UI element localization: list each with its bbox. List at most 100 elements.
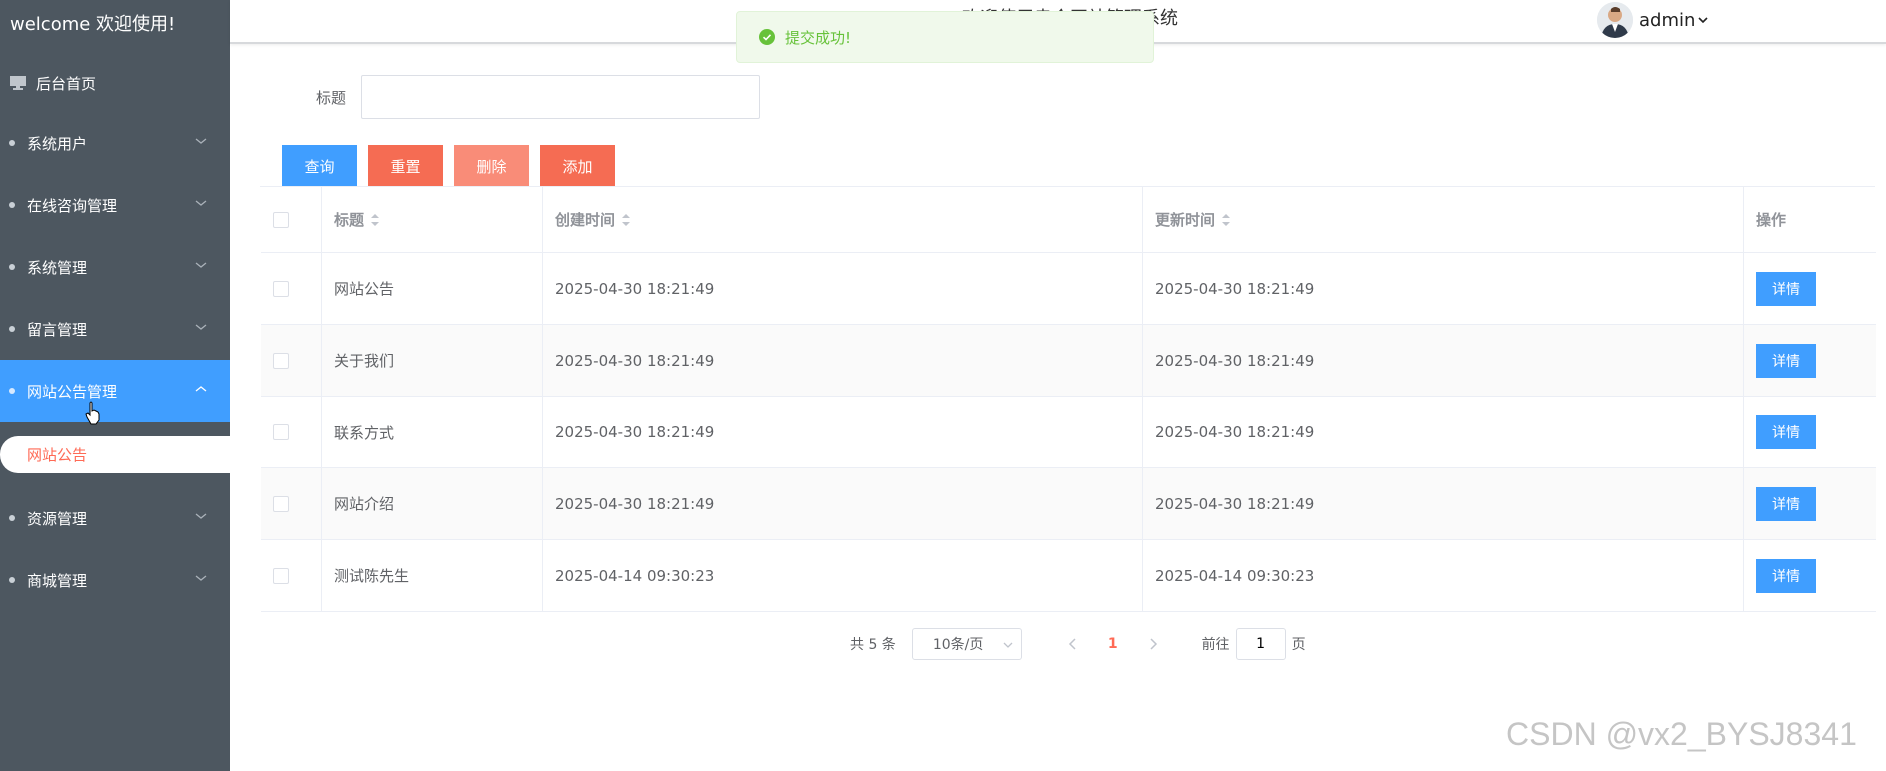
bullet-icon — [9, 264, 15, 270]
cell-actions: 详情 — [1744, 253, 1876, 324]
watermark: CSDN @vx2_BYSJ8341 — [1506, 716, 1857, 752]
row-checkbox-cell — [261, 468, 322, 539]
cell-created: 2025-04-14 09:30:23 — [543, 540, 1143, 611]
sidebar-item-label: 在线咨询管理 — [27, 196, 118, 215]
row-checkbox-cell — [261, 540, 322, 611]
reset-button[interactable]: 重置 — [368, 145, 443, 187]
cell-actions: 详情 — [1744, 468, 1876, 539]
cell-title: 网站介绍 — [322, 468, 543, 539]
sort-icon[interactable] — [370, 213, 380, 227]
user-menu[interactable]: admin — [1597, 2, 1708, 38]
table-row: 测试陈先生 2025-04-14 09:30:23 2025-04-14 09:… — [261, 540, 1876, 612]
notice-table: 标题 创建时间 更新时间 操作 网站公告 2025-04-30 18:21:49… — [260, 186, 1876, 612]
sort-icon[interactable] — [621, 213, 631, 227]
cell-title: 测试陈先生 — [322, 540, 543, 611]
column-header-created[interactable]: 创建时间 — [543, 187, 1143, 252]
row-checkbox-cell — [261, 397, 322, 467]
cell-title: 联系方式 — [322, 397, 543, 467]
table-row: 联系方式 2025-04-30 18:21:49 2025-04-30 18:2… — [261, 397, 1876, 468]
page-size-select[interactable]: 10条/页 — [911, 628, 1022, 660]
cell-created: 2025-04-30 18:21:49 — [543, 253, 1143, 324]
column-label: 创建时间 — [555, 211, 616, 229]
chevron-down-icon — [195, 262, 207, 268]
row-checkbox[interactable] — [273, 352, 289, 369]
next-page-icon[interactable] — [1146, 637, 1160, 651]
bullet-icon — [9, 202, 15, 208]
cell-actions: 详情 — [1744, 540, 1876, 611]
row-checkbox[interactable] — [273, 567, 289, 584]
bullet-icon — [9, 326, 15, 332]
sidebar-item-label: 后台首页 — [36, 74, 97, 93]
row-checkbox[interactable] — [273, 280, 289, 297]
current-page[interactable]: 1 — [1108, 636, 1118, 652]
sidebar-item-system-users[interactable]: 系统用户 — [0, 112, 230, 174]
caret-down-icon — [1698, 17, 1708, 24]
column-label: 更新时间 — [1155, 211, 1216, 229]
cell-actions: 详情 — [1744, 397, 1876, 467]
sidebar-item-label: 留言管理 — [27, 320, 88, 339]
chevron-down-icon — [195, 324, 207, 330]
column-label: 标题 — [334, 211, 365, 229]
delete-button[interactable]: 删除 — [454, 145, 529, 187]
pagination: 共 5 条 10条/页 1 前往 页 — [850, 628, 1306, 660]
success-toast: 提交成功! — [736, 11, 1154, 63]
cell-actions: 详情 — [1744, 325, 1876, 396]
cell-updated: 2025-04-30 18:21:49 — [1143, 397, 1744, 467]
page-size-value: 10条/页 — [932, 637, 984, 653]
detail-button[interactable]: 详情 — [1756, 558, 1816, 593]
column-header-title[interactable]: 标题 — [322, 187, 543, 252]
cell-created: 2025-04-30 18:21:49 — [543, 468, 1143, 539]
title-search-input[interactable] — [361, 75, 760, 119]
bullet-icon — [9, 140, 15, 146]
row-checkbox[interactable] — [273, 424, 289, 440]
cell-created: 2025-04-30 18:21:49 — [543, 325, 1143, 396]
query-button[interactable]: 查询 — [282, 145, 357, 187]
sidebar-item-notice-manage[interactable]: 网站公告管理 — [0, 360, 230, 422]
table-row: 网站介绍 2025-04-30 18:21:49 2025-04-30 18:2… — [261, 468, 1876, 540]
page-jump-input[interactable] — [1235, 628, 1286, 660]
sidebar-item-consult[interactable]: 在线咨询管理 — [0, 174, 230, 236]
sidebar-item-messages[interactable]: 留言管理 — [0, 298, 230, 360]
toast-message: 提交成功! — [785, 28, 852, 47]
cell-title: 网站公告 — [322, 253, 543, 324]
header-checkbox-cell — [261, 187, 322, 252]
check-circle-icon — [759, 29, 775, 45]
sidebar-item-mall[interactable]: 商城管理 — [0, 549, 230, 611]
sidebar-subitem-notice[interactable]: 网站公告 — [0, 436, 230, 473]
cell-title: 关于我们 — [322, 325, 543, 396]
sidebar-item-resources[interactable]: 资源管理 — [0, 487, 230, 549]
sort-icon[interactable] — [1221, 213, 1231, 227]
column-header-actions: 操作 — [1756, 211, 1787, 229]
chevron-up-icon — [195, 386, 207, 392]
detail-button[interactable]: 详情 — [1756, 415, 1816, 449]
user-avatar-icon — [1597, 2, 1633, 38]
row-checkbox[interactable] — [273, 495, 289, 512]
detail-button[interactable]: 详情 — [1756, 271, 1816, 306]
chevron-down-icon — [195, 513, 207, 519]
chevron-down-icon — [195, 575, 207, 581]
goto-label: 前往 — [1201, 637, 1230, 653]
avatar — [1597, 2, 1633, 38]
row-checkbox-cell — [261, 325, 322, 396]
table-header-row: 标题 创建时间 更新时间 操作 — [261, 187, 1876, 253]
sidebar: welcome 欢迎使用! 后台首页 系统用户 在线咨询管理 系统管理 留言管理… — [0, 0, 230, 771]
sidebar-item-label: 商城管理 — [27, 571, 88, 590]
prev-page-icon[interactable] — [1066, 637, 1080, 651]
sidebar-item-label: 网站公告管理 — [27, 382, 118, 401]
total-count: 共 5 条 — [850, 637, 896, 653]
cell-created: 2025-04-30 18:21:49 — [543, 397, 1143, 467]
row-checkbox-cell — [261, 253, 322, 324]
table-row: 关于我们 2025-04-30 18:21:49 2025-04-30 18:2… — [261, 325, 1876, 397]
cell-updated: 2025-04-30 18:21:49 — [1143, 253, 1744, 324]
add-button[interactable]: 添加 — [540, 145, 615, 187]
cell-updated: 2025-04-14 09:30:23 — [1143, 540, 1744, 611]
page-unit-label: 页 — [1291, 637, 1306, 653]
sidebar-item-system-manage[interactable]: 系统管理 — [0, 236, 230, 298]
chevron-down-icon — [195, 138, 207, 144]
select-all-checkbox[interactable] — [273, 211, 289, 228]
hand-cursor-icon — [85, 401, 100, 425]
column-header-updated[interactable]: 更新时间 — [1143, 187, 1744, 252]
detail-button[interactable]: 详情 — [1756, 486, 1816, 521]
sidebar-item-home[interactable]: 后台首页 — [0, 52, 230, 114]
detail-button[interactable]: 详情 — [1756, 343, 1816, 378]
